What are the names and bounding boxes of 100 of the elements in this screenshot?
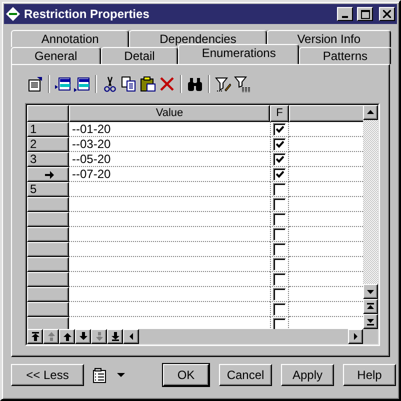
minimize-button[interactable] [337, 7, 353, 21]
scroll-top-button[interactable] [363, 299, 378, 314]
tab[interactable]: Version Info [266, 30, 391, 47]
table-cell[interactable] [69, 257, 270, 272]
row-header[interactable] [27, 287, 69, 302]
filter-icon[interactable] [234, 76, 250, 92]
insert-row-icon[interactable] [55, 76, 71, 92]
move-down-button[interactable] [75, 329, 91, 344]
table-cell[interactable] [289, 167, 363, 182]
table-cell[interactable]: --05-20 [69, 152, 270, 167]
scroll-bottom-icon [366, 317, 375, 326]
table-cell[interactable] [289, 272, 363, 287]
checkbox[interactable] [273, 302, 286, 316]
table-cell[interactable] [289, 197, 363, 212]
checkbox[interactable] [273, 198, 286, 210]
column-header[interactable]: F [270, 105, 289, 122]
page-down-icon [94, 332, 104, 341]
dialog-button[interactable]: Help [343, 364, 396, 386]
checkbox[interactable] [273, 258, 286, 270]
table-cell[interactable] [289, 257, 363, 272]
delete-icon[interactable] [159, 76, 175, 92]
list-icon[interactable] [93, 368, 107, 382]
checkbox[interactable] [273, 138, 286, 150]
row-header[interactable] [27, 317, 69, 329]
checkbox[interactable] [273, 212, 286, 226]
properties-icon[interactable] [27, 76, 43, 92]
paste-icon[interactable] [140, 76, 156, 92]
checkbox[interactable] [273, 168, 286, 180]
row-header[interactable]: 5 [27, 182, 69, 197]
table-cell[interactable] [289, 212, 363, 227]
table-cell[interactable]: --01-20 [69, 122, 270, 137]
checkbox[interactable] [273, 272, 286, 286]
checkbox[interactable] [273, 242, 286, 256]
table-cell[interactable] [69, 272, 270, 287]
table-cell[interactable] [69, 197, 270, 212]
dialog-button[interactable]: Cancel [219, 364, 272, 386]
checkbox[interactable] [273, 228, 286, 240]
row-header[interactable]: 3 [27, 152, 69, 167]
row-header[interactable] [27, 272, 69, 287]
close-button[interactable] [379, 7, 395, 21]
scroll-left-button[interactable] [123, 329, 139, 344]
table-cell[interactable] [289, 152, 363, 167]
table-cell[interactable] [69, 302, 270, 317]
table-cell[interactable] [69, 287, 270, 302]
scroll-right-button[interactable] [348, 329, 363, 344]
tab[interactable]: Detail [100, 47, 178, 64]
dialog-button[interactable]: Apply [281, 364, 334, 386]
scroll-bottom-button[interactable] [363, 314, 378, 329]
row-header[interactable] [27, 167, 69, 182]
table-cell[interactable] [69, 317, 270, 329]
table-cell[interactable] [289, 137, 363, 152]
move-last-icon [110, 332, 120, 341]
checkbox[interactable] [273, 122, 286, 136]
scroll-right-icon [351, 332, 360, 341]
dialog-button[interactable]: OK [163, 364, 209, 386]
column-header[interactable]: Value [69, 105, 270, 122]
row-header[interactable]: 1 [27, 122, 69, 137]
tab[interactable]: General [11, 47, 101, 64]
tab[interactable]: Enumerations [178, 44, 300, 64]
row-header[interactable] [27, 212, 69, 227]
tab[interactable]: Annotation [11, 30, 130, 47]
page-up-button[interactable] [43, 329, 59, 344]
table-cell[interactable] [289, 182, 363, 197]
table-cell[interactable] [289, 302, 363, 317]
checkbox[interactable] [273, 152, 286, 166]
row-header[interactable] [27, 242, 69, 257]
row-header[interactable] [27, 197, 69, 212]
table-cell[interactable] [69, 227, 270, 242]
checkbox[interactable] [273, 288, 286, 300]
copy-icon[interactable] [121, 76, 137, 92]
row-header[interactable] [27, 257, 69, 272]
row-header[interactable] [27, 227, 69, 242]
scroll-down-button[interactable] [363, 284, 378, 299]
row-header[interactable] [27, 302, 69, 317]
table-cell[interactable]: --07-20 [69, 167, 270, 182]
table-cell[interactable] [289, 122, 363, 137]
less-button[interactable]: << Less [11, 364, 84, 386]
checkbox[interactable] [273, 182, 286, 196]
table-cell[interactable] [289, 227, 363, 242]
table-cell[interactable] [69, 212, 270, 227]
move-up-button[interactable] [59, 329, 75, 344]
table-cell[interactable] [289, 287, 363, 302]
row-header[interactable]: 2 [27, 137, 69, 152]
caret-icon[interactable] [117, 372, 125, 378]
table-cell[interactable] [289, 242, 363, 257]
scroll-up-button[interactable] [363, 105, 378, 120]
binoculars-icon[interactable] [187, 76, 203, 92]
maximize-button[interactable] [357, 7, 373, 21]
table-cell[interactable]: --03-20 [69, 137, 270, 152]
checkbox[interactable] [273, 318, 286, 329]
table-cell[interactable] [69, 182, 270, 197]
cut-icon[interactable] [102, 76, 118, 92]
add-row-icon[interactable] [74, 76, 90, 92]
table-cell[interactable] [69, 242, 270, 257]
page-down-button[interactable] [91, 329, 107, 344]
tab[interactable]: Patterns [299, 47, 392, 64]
move-first-button[interactable] [27, 329, 43, 344]
table-cell[interactable] [289, 317, 363, 329]
filter-edit-icon[interactable] [215, 76, 231, 92]
move-last-button[interactable] [107, 329, 123, 344]
